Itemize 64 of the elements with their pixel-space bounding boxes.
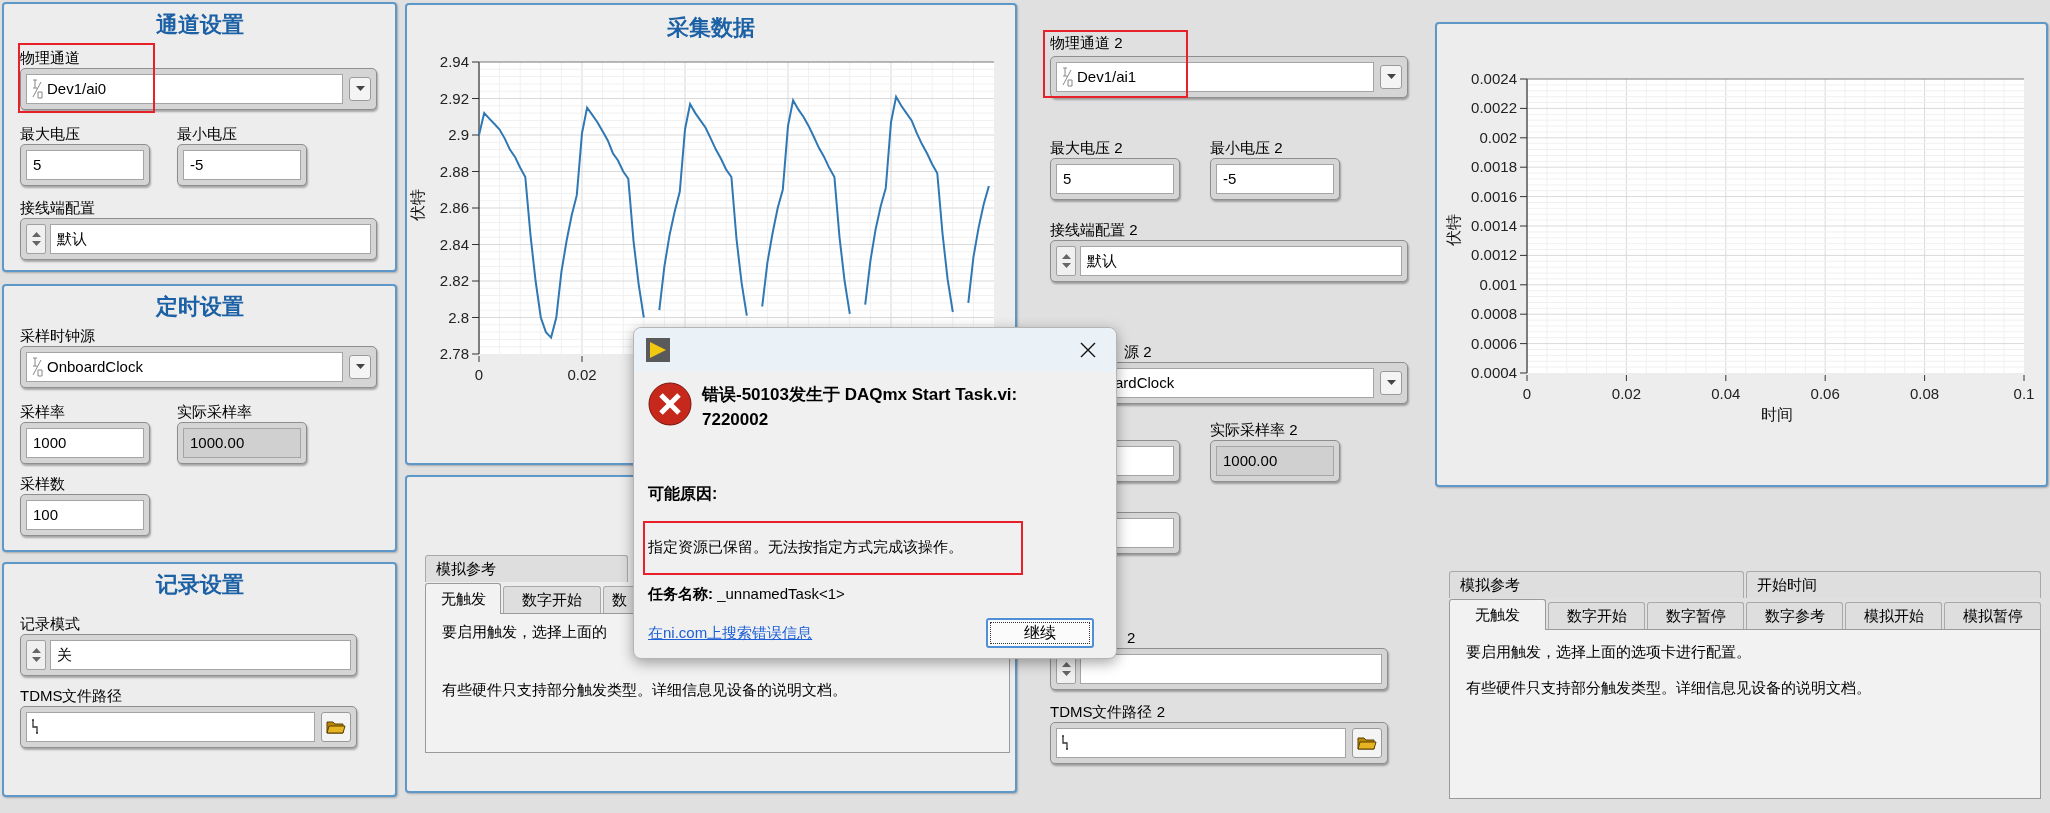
numeric-indicator: 1000.00 <box>1210 440 1340 482</box>
field-label: 采样率 <box>20 402 65 422</box>
field-label: 实际采样率 <box>177 402 252 422</box>
axis-tick-label: 0.06 <box>1810 385 1840 402</box>
numeric-indicator: 1000.00 <box>177 422 307 464</box>
tab-hint-text: 要启用触发，选择上面的选项卡进行配置。 <box>1466 642 1751 662</box>
axis-tick-label: 2.86 <box>439 199 469 216</box>
error-message: 指定资源已保留。无法按指定方式完成该操作。 <box>648 537 964 557</box>
field-label: 采样时钟源 <box>20 326 95 346</box>
axis-tick-label: 2.9 <box>448 126 469 143</box>
task-name-text: 任务名称: _unnamedTask<1> <box>648 584 846 604</box>
panel-title: 采集数据 <box>666 14 756 42</box>
field-label: 物理通道 2 <box>1050 33 1123 53</box>
axis-title: 伏特 <box>409 189 426 221</box>
error-heading: 7220002 <box>702 409 770 431</box>
axis-tick-label: 0 <box>1522 385 1532 402</box>
axis-tick-label: 0.0016 <box>1471 187 1517 205</box>
panel-title: 定时设置 <box>154 293 245 321</box>
field-label: 实际采样率 2 <box>1210 420 1298 440</box>
error-heading: 错误-50103发生于 DAQmx Start Task.vi: <box>702 384 1018 406</box>
axis-title: 伏特 <box>1445 214 1462 246</box>
field-label: 最小电压 2 <box>1210 138 1283 158</box>
field-label: TDMS文件路径 <box>20 686 123 706</box>
field-label: TDMS文件路径 2 <box>1050 702 1165 722</box>
axis-tick-label: 0.0022 <box>1471 99 1517 117</box>
field-label: 最大电压 2 <box>1050 138 1123 158</box>
axis-tick-label: 2.88 <box>439 162 469 180</box>
axis-tick-label: 0.0012 <box>1471 246 1517 264</box>
field-label: 采样数 <box>20 474 65 494</box>
axis-tick-label: 0.02 <box>1611 385 1641 402</box>
section-label: 可能原因: <box>648 484 719 504</box>
axis-tick-label: 0.0004 <box>1471 364 1517 381</box>
field-label: 记录模式 <box>20 614 80 634</box>
axis-tick-label: 2.82 <box>439 272 469 289</box>
panel-title: 记录设置 <box>154 571 245 599</box>
field-label: 源 2 <box>1124 342 1152 362</box>
axis-tick-label: 0.0008 <box>1471 305 1517 323</box>
axis-tick-label: 0.001 <box>1479 275 1517 293</box>
axis-tick-label: 2.8 <box>448 308 469 326</box>
axis-tick-label: 0.1 <box>2013 385 2035 402</box>
field-label: 最大电压 <box>20 124 80 144</box>
tab-hint-text: 有些硬件只支持部分触发类型。详细信息见设备的说明文档。 <box>1466 678 1871 698</box>
axis-tick-label: 0.0006 <box>1471 334 1517 352</box>
axis-tick-label: 2.94 <box>439 53 469 70</box>
field-label: 最小电压 <box>177 124 237 144</box>
axis-tick-label: 0.0014 <box>1471 217 1517 234</box>
axis-tick-label: 0.02 <box>567 366 597 383</box>
field-label: 物理通道 <box>20 48 80 68</box>
field-label: 接线端配置 <box>20 198 95 218</box>
axis-tick-label: 2.84 <box>439 235 469 253</box>
tab-hint-text: 有些硬件只支持部分触发类型。详细信息见设备的说明文档。 <box>442 680 847 700</box>
axis-tick-label: 2.78 <box>439 345 469 362</box>
axis-tick-label: 0 <box>474 366 484 383</box>
axis-tick-label: 0.08 <box>1910 385 1940 402</box>
axis-tick-label: 0.0024 <box>1471 70 1517 87</box>
field-label: 2 <box>1127 628 1136 648</box>
panel-title: 通道设置 <box>154 11 245 39</box>
axis-title: 时间 <box>1761 406 1793 423</box>
field-label: 接线端配置 2 <box>1050 220 1138 240</box>
axis-tick-label: 0.0018 <box>1471 158 1517 176</box>
axis-tick-label: 0.002 <box>1479 128 1517 146</box>
tab-hint-text: 要启用触发，选择上面的 <box>442 622 607 642</box>
axis-tick-label: 2.92 <box>439 89 469 107</box>
axis-tick-label: 0.04 <box>1711 385 1741 402</box>
